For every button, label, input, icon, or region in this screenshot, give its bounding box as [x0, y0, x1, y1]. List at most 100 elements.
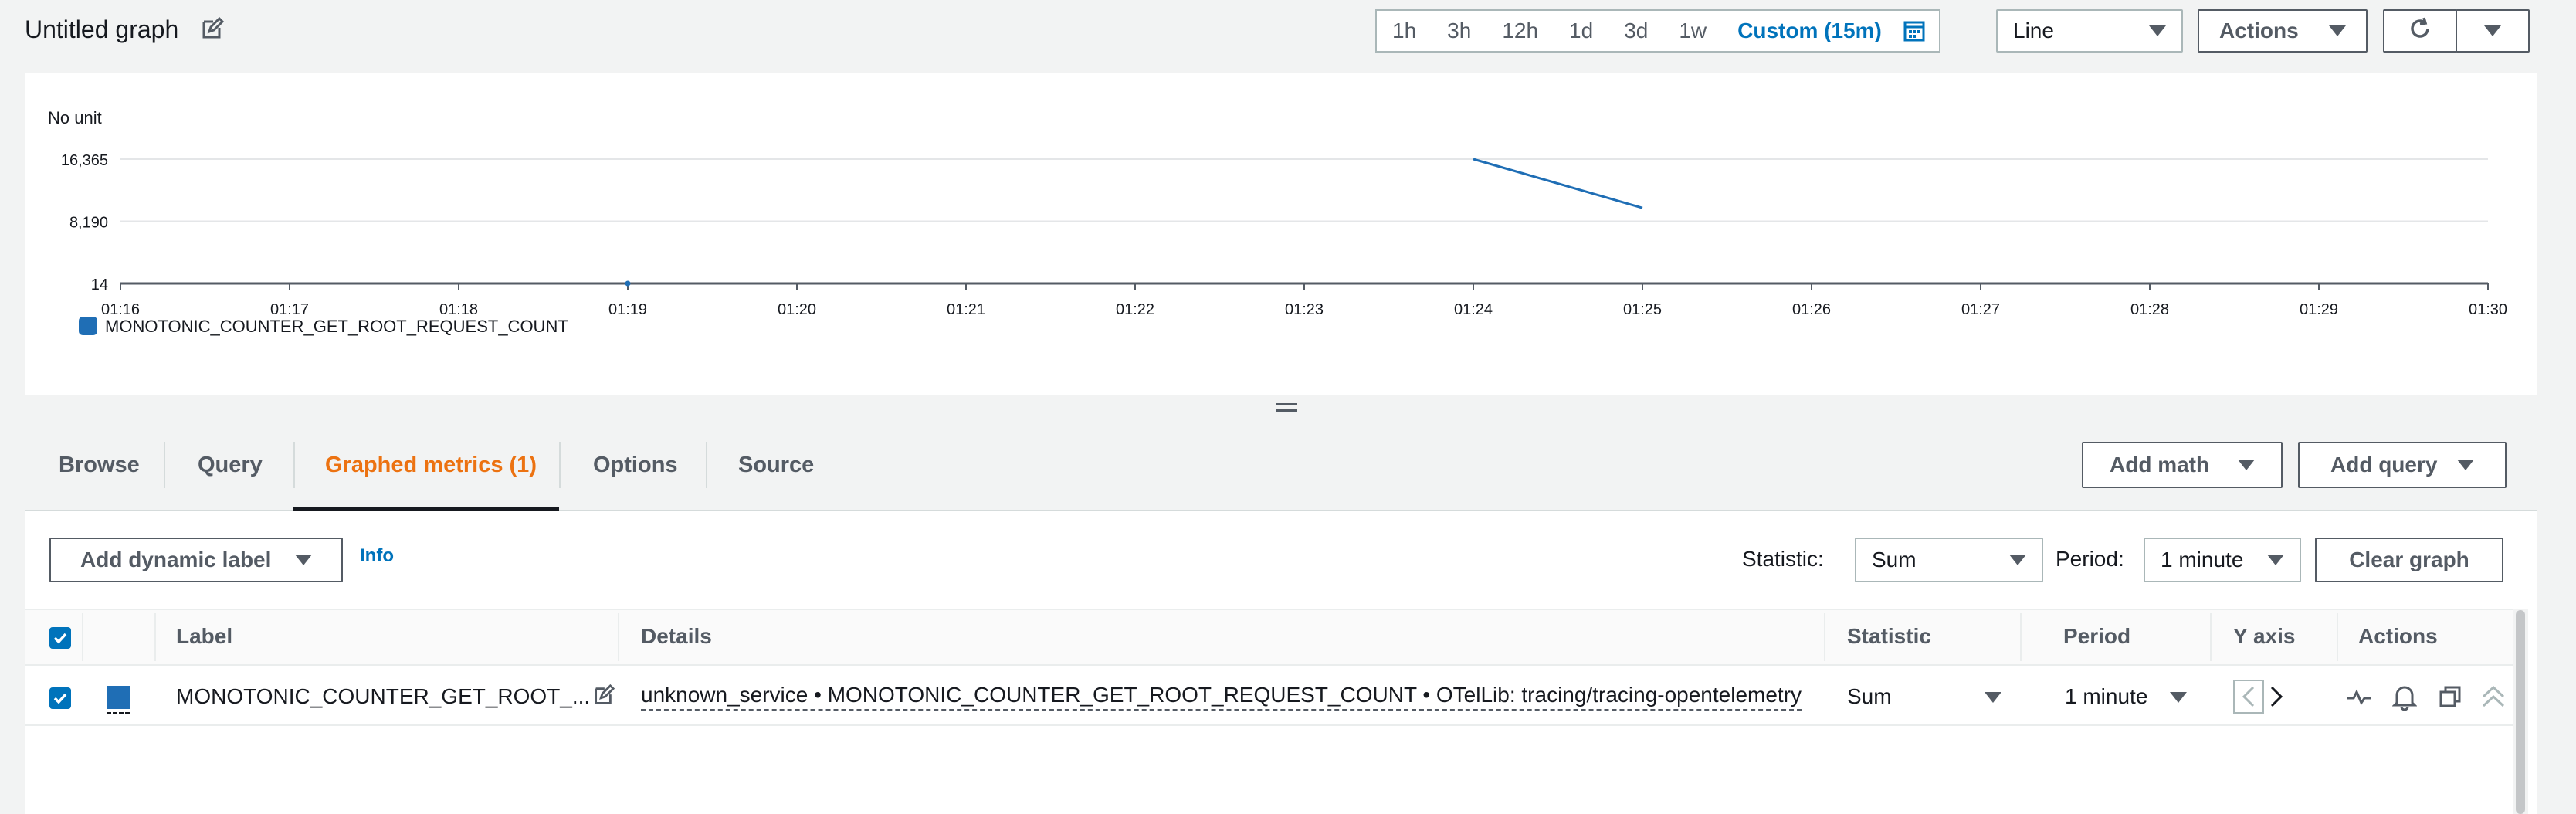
chevron-down-icon[interactable]	[1985, 692, 2001, 703]
time-range-selector: 1h 3h 12h 1d 3d 1w Custom (15m)	[1375, 9, 1940, 53]
tab-browse[interactable]: Browse	[59, 453, 140, 478]
metric-label: MONOTONIC_COUNTER_GET_ROOT_...	[176, 684, 591, 708]
y-unit-label: No unit	[48, 108, 102, 127]
column-divider	[2020, 613, 2022, 661]
x-tick-label: 01:30	[2469, 301, 2507, 318]
graph-title: Untitled graph	[25, 15, 179, 43]
x-tick-label: 01:18	[439, 301, 478, 318]
chevron-down-icon	[295, 555, 312, 565]
x-tick-label: 01:25	[1623, 301, 1662, 318]
x-tick-label: 01:26	[1792, 301, 1831, 318]
row-statistic-value[interactable]: Sum	[1847, 684, 1892, 709]
chevron-down-icon	[2484, 25, 2501, 36]
y-axis-right-button[interactable]	[2269, 681, 2286, 712]
swatch-underline	[107, 712, 130, 714]
add-query-button[interactable]: Add query	[2298, 442, 2507, 488]
series-color-swatch[interactable]	[107, 686, 130, 709]
column-period[interactable]: Period	[2063, 624, 2130, 649]
time-range-1w[interactable]: 1w	[1663, 11, 1722, 51]
x-tick-label: 01:28	[2130, 301, 2169, 318]
tab-divider	[706, 442, 707, 488]
y-tick-label: 16,365	[61, 152, 108, 169]
chart-type-value: Line	[2013, 19, 2054, 42]
time-range-12h[interactable]: 12h	[1486, 11, 1554, 51]
refresh-icon	[2407, 15, 2433, 47]
duplicate-icon[interactable]	[2439, 684, 2462, 709]
x-tick-label: 01:22	[1116, 301, 1154, 318]
time-range-3d[interactable]: 3d	[1608, 11, 1663, 51]
tab-source[interactable]: Source	[738, 453, 814, 478]
add-dynamic-label-text: Add dynamic label	[80, 548, 272, 571]
column-statistic[interactable]: Statistic	[1847, 624, 1931, 649]
edit-label-icon[interactable]	[591, 683, 615, 707]
time-range-3h[interactable]: 3h	[1432, 11, 1486, 51]
chevron-down-icon	[2149, 25, 2166, 36]
info-link[interactable]: Info	[360, 545, 394, 567]
time-range-custom[interactable]: Custom (15m)	[1722, 11, 1897, 51]
time-range-1d[interactable]: 1d	[1554, 11, 1608, 51]
scrollbar-thumb[interactable]	[2516, 610, 2525, 814]
add-math-button[interactable]: Add math	[2082, 442, 2283, 488]
x-tick-label: 01:17	[270, 301, 309, 318]
period-select[interactable]: 1 minute	[2144, 538, 2301, 582]
column-divider	[154, 613, 156, 661]
x-tick-label: 01:29	[2300, 301, 2338, 318]
row-divider	[25, 724, 2513, 726]
y-axis-left-button[interactable]	[2233, 680, 2264, 714]
clear-graph-button[interactable]: Clear graph	[2315, 538, 2503, 582]
add-query-label: Add query	[2330, 453, 2438, 477]
column-y-axis[interactable]: Y axis	[2233, 624, 2295, 649]
time-range-1h[interactable]: 1h	[1377, 11, 1432, 51]
actions-label: Actions	[2219, 19, 2299, 42]
collapse-icon[interactable]	[2480, 684, 2507, 707]
checkmark-icon	[53, 633, 67, 644]
line-chart: No unit 16,365 8,190 14 01:16 01:17 01:18 01:…	[48, 108, 2507, 336]
graph-metric-icon[interactable]	[2346, 686, 2372, 709]
column-details[interactable]: Details	[641, 624, 712, 649]
resize-handle[interactable]	[1276, 403, 1297, 414]
tab-options[interactable]: Options	[593, 453, 678, 478]
y-tick-label: 14	[91, 276, 108, 293]
clear-graph-label: Clear graph	[2349, 548, 2469, 571]
metrics-table-header	[25, 609, 2513, 666]
period-value: 1 minute	[2161, 548, 2244, 571]
add-dynamic-label-button[interactable]: Add dynamic label	[49, 538, 343, 582]
x-tick-label: 01:24	[1454, 301, 1493, 318]
chart-panel: No unit 16,365 8,190 14 01:16 01:17 01:18 01:…	[25, 73, 2537, 395]
x-tick-label: 01:19	[608, 301, 647, 318]
column-label[interactable]: Label	[176, 624, 232, 649]
alarm-bell-icon[interactable]	[2391, 683, 2418, 711]
row-period-value[interactable]: 1 minute	[2065, 684, 2147, 709]
metric-details[interactable]: unknown_service • MONOTONIC_COUNTER_GET_…	[641, 683, 1802, 711]
chevron-down-icon	[2457, 460, 2474, 470]
row-checkbox[interactable]	[49, 687, 71, 709]
column-divider	[1824, 613, 1825, 661]
chevron-down-icon[interactable]	[2170, 692, 2187, 703]
x-tick-label: 01:16	[101, 301, 140, 318]
x-tick-label: 01:23	[1285, 301, 1324, 318]
tab-query[interactable]: Query	[198, 453, 263, 478]
checkmark-icon	[53, 693, 67, 704]
refresh-button[interactable]	[2383, 9, 2457, 53]
tab-divider	[164, 442, 165, 488]
column-divider	[618, 613, 619, 661]
add-math-label: Add math	[2110, 453, 2210, 477]
chevron-down-icon	[2329, 25, 2346, 36]
statistic-select[interactable]: Sum	[1855, 538, 2043, 582]
x-tick-label: 01:21	[947, 301, 985, 318]
calendar-icon[interactable]	[1897, 11, 1939, 51]
select-all-checkbox[interactable]	[49, 627, 71, 649]
series-line	[1473, 158, 1643, 209]
column-actions[interactable]: Actions	[2358, 624, 2438, 649]
tab-divider	[559, 442, 561, 488]
edit-title-icon[interactable]	[199, 16, 225, 42]
column-divider	[2337, 613, 2338, 661]
data-point	[625, 280, 631, 287]
refresh-options-button[interactable]	[2456, 9, 2530, 53]
tab-divider	[293, 442, 295, 488]
tab-graphed-metrics[interactable]: Graphed metrics (1)	[325, 453, 537, 478]
statistic-label: Statistic:	[1742, 547, 1824, 571]
chart-type-select[interactable]: Line	[1996, 9, 2183, 53]
chevron-left-icon	[2242, 686, 2255, 707]
actions-button[interactable]: Actions	[2198, 9, 2368, 53]
